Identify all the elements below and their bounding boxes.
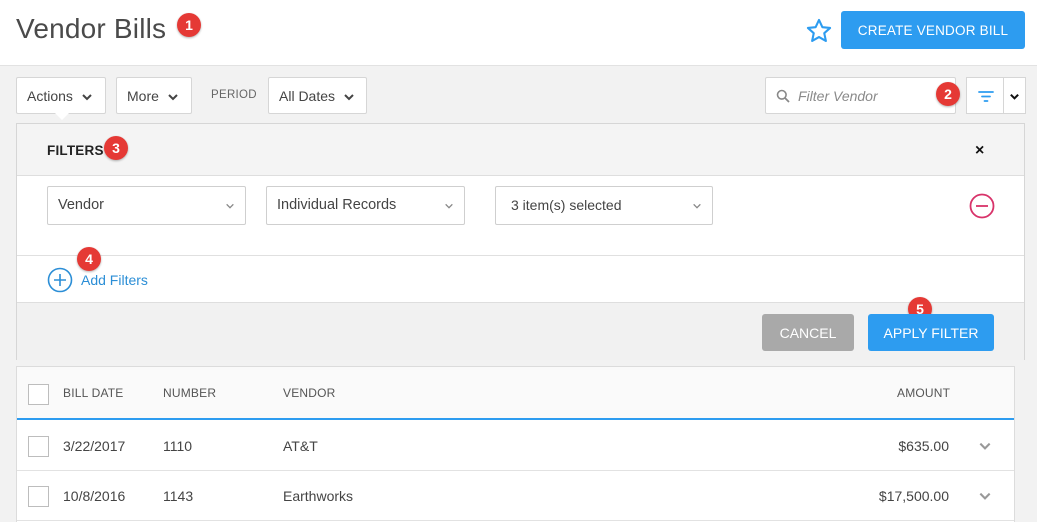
filters-panel: FILTERS 3 × Vendor Individual Records 3 … xyxy=(16,123,1025,360)
add-filters-label: Add Filters xyxy=(81,272,148,288)
table-header: BILL DATE NUMBER VENDOR AMOUNT xyxy=(17,367,1014,420)
select-all-checkbox[interactable] xyxy=(28,384,49,405)
column-header-vendor[interactable]: VENDOR xyxy=(283,386,336,400)
callout-badge-2: 2 xyxy=(936,82,960,106)
filter-value-select[interactable]: 3 item(s) selected xyxy=(495,186,713,225)
filter-options-dropdown[interactable] xyxy=(1004,77,1026,114)
chevron-down-icon xyxy=(81,90,93,102)
filter-vendor-search[interactable] xyxy=(765,77,956,114)
callout-badge-1: 1 xyxy=(177,13,201,37)
star-icon[interactable] xyxy=(805,17,833,45)
filters-header: FILTERS 3 × xyxy=(17,124,1024,176)
chevron-down-icon[interactable] xyxy=(978,439,992,453)
column-header-number[interactable]: NUMBER xyxy=(163,386,216,400)
column-header-amount[interactable]: AMOUNT xyxy=(897,386,950,400)
number-cell: 1143 xyxy=(163,488,194,504)
bill-date-cell: 10/8/2016 xyxy=(63,488,126,504)
filter-field-value: Vendor xyxy=(58,197,104,213)
remove-filter-icon[interactable] xyxy=(969,193,995,219)
filter-icon xyxy=(978,91,994,102)
actions-label: Actions xyxy=(27,87,73,104)
close-icon[interactable]: × xyxy=(975,142,984,160)
chevron-down-icon xyxy=(1010,93,1019,100)
more-dropdown[interactable]: More xyxy=(116,77,192,114)
chevron-down-icon xyxy=(226,203,234,209)
divider xyxy=(17,255,1024,256)
page-header: Vendor Bills 1 CREATE VENDOR BILL xyxy=(0,0,1037,66)
search-input[interactable] xyxy=(798,86,948,106)
bill-date-cell: 3/22/2017 xyxy=(63,438,126,454)
filter-mode-value: Individual Records xyxy=(277,197,397,213)
period-label: PERIOD xyxy=(211,89,257,101)
column-header-bill-date[interactable]: BILL DATE xyxy=(63,386,124,400)
filters-body: Vendor Individual Records 3 item(s) sele… xyxy=(17,176,1024,302)
amount-cell: $635.00 xyxy=(898,438,949,454)
table-row[interactable]: 3/22/2017 1110 AT&T $635.00 xyxy=(17,421,1014,471)
row-checkbox[interactable] xyxy=(28,486,49,507)
filter-value-text: 3 item(s) selected xyxy=(511,197,622,213)
period-value: All Dates xyxy=(279,87,336,104)
filters-title: FILTERS xyxy=(47,143,104,158)
vendor-cell: AT&T xyxy=(283,438,318,454)
filters-footer: CANCEL 5 APPLY FILTER xyxy=(17,297,1024,360)
chevron-down-icon xyxy=(167,90,179,102)
search-icon xyxy=(776,89,790,108)
cancel-button[interactable]: CANCEL xyxy=(762,314,854,351)
row-checkbox[interactable] xyxy=(28,436,49,457)
add-filters-button[interactable]: Add Filters xyxy=(47,267,148,293)
number-cell: 1110 xyxy=(163,438,193,454)
actions-pointer xyxy=(55,113,69,120)
filter-toggle-button[interactable] xyxy=(966,77,1004,114)
chevron-down-icon xyxy=(343,90,355,102)
period-dropdown[interactable]: All Dates xyxy=(268,77,367,114)
plus-circle-icon xyxy=(47,267,73,293)
apply-filter-button[interactable]: APPLY FILTER xyxy=(868,314,994,351)
callout-badge-3: 3 xyxy=(104,136,128,160)
chevron-down-icon[interactable] xyxy=(978,489,992,503)
amount-cell: $17,500.00 xyxy=(878,488,949,504)
chevron-down-icon xyxy=(693,203,701,209)
actions-dropdown[interactable]: Actions xyxy=(16,77,106,114)
page-title: Vendor Bills xyxy=(16,13,167,44)
chevron-down-icon xyxy=(445,203,453,209)
more-label: More xyxy=(127,87,159,104)
filter-field-select[interactable]: Vendor xyxy=(47,186,246,225)
vendor-cell: Earthworks xyxy=(283,488,354,504)
bills-table: BILL DATE NUMBER VENDOR AMOUNT 3/22/2017… xyxy=(16,366,1015,522)
create-vendor-bill-button[interactable]: CREATE VENDOR BILL xyxy=(841,11,1025,49)
table-row[interactable]: 10/8/2016 1143 Earthworks $17,500.00 xyxy=(17,471,1014,521)
filter-mode-select[interactable]: Individual Records xyxy=(266,186,465,225)
